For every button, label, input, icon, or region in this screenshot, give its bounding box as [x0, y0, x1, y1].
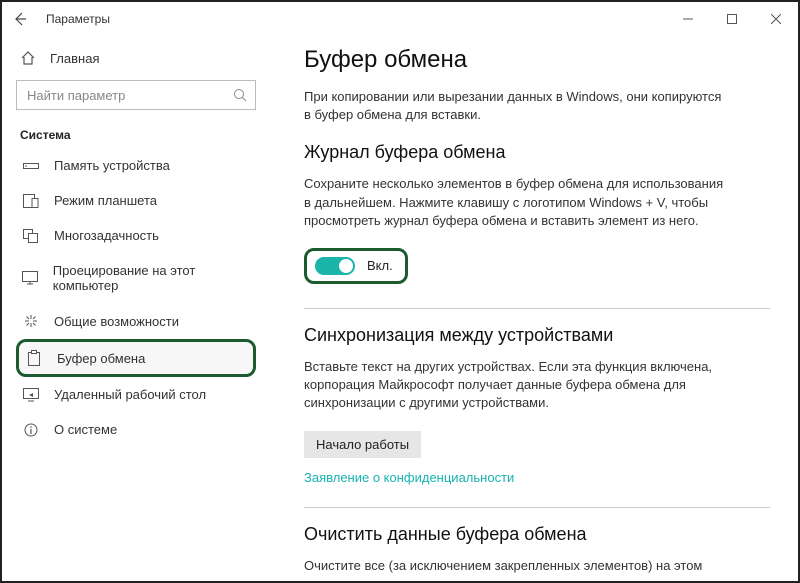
separator — [304, 507, 770, 508]
sidebar-section-title: Система — [20, 128, 256, 142]
arrow-left-icon — [12, 11, 28, 27]
sidebar-item-label: О системе — [54, 422, 117, 437]
back-button[interactable] — [12, 11, 28, 27]
multitasking-icon — [22, 229, 40, 243]
sidebar-item-label: Удаленный рабочий стол — [54, 387, 206, 402]
sidebar-item-multitasking[interactable]: Многозадачность — [16, 218, 256, 253]
history-toggle[interactable] — [315, 257, 355, 275]
sidebar: Главная Система Память устройства — [2, 36, 270, 581]
sidebar-item-label: Проецирование на этот компьютер — [53, 263, 250, 293]
sidebar-item-label: Режим планшета — [54, 193, 157, 208]
sidebar-item-storage[interactable]: Память устройства — [16, 148, 256, 183]
sync-start-button[interactable]: Начало работы — [304, 431, 421, 458]
separator — [304, 308, 770, 309]
sidebar-item-label: Общие возможности — [54, 314, 179, 329]
minimize-icon — [683, 14, 693, 24]
home-icon — [20, 50, 36, 66]
storage-icon — [22, 160, 40, 172]
settings-window: Параметры Главная — [0, 0, 800, 583]
clear-heading: Очистить данные буфера обмена — [304, 524, 770, 545]
window-body: Главная Система Память устройства — [2, 36, 798, 581]
main-content: Буфер обмена При копировании или вырезан… — [270, 36, 798, 581]
search-box[interactable] — [16, 80, 256, 110]
sync-heading: Синхронизация между устройствами — [304, 325, 770, 346]
projecting-icon — [22, 271, 39, 285]
maximize-icon — [727, 14, 737, 24]
home-label: Главная — [50, 51, 99, 66]
sidebar-item-tablet[interactable]: Режим планшета — [16, 183, 256, 218]
sidebar-item-remote-desktop[interactable]: Удаленный рабочий стол — [16, 377, 256, 412]
info-icon — [22, 423, 40, 437]
close-icon — [771, 14, 781, 24]
titlebar: Параметры — [2, 2, 798, 36]
close-button[interactable] — [754, 2, 798, 36]
sidebar-item-label: Память устройства — [54, 158, 170, 173]
privacy-link[interactable]: Заявление о конфиденциальности — [304, 470, 514, 485]
history-toggle-group: Вкл. — [304, 248, 408, 284]
sidebar-nav: Память устройства Режим планшета Многоза… — [16, 148, 256, 447]
remote-desktop-icon — [22, 388, 40, 402]
clear-desc: Очистите все (за исключением закрепленны… — [304, 557, 724, 575]
sync-desc: Вставьте текст на других устройствах. Ес… — [304, 358, 724, 413]
history-desc: Сохраните несколько элементов в буфер об… — [304, 175, 724, 230]
maximize-button[interactable] — [710, 2, 754, 36]
sidebar-item-projecting[interactable]: Проецирование на этот компьютер — [16, 253, 256, 303]
home-button[interactable]: Главная — [16, 42, 256, 74]
minimize-button[interactable] — [666, 2, 710, 36]
sidebar-item-label: Многозадачность — [54, 228, 159, 243]
window-controls — [666, 2, 798, 36]
search-icon — [233, 88, 247, 102]
sidebar-item-label: Буфер обмена — [57, 351, 145, 366]
search-input[interactable] — [25, 87, 233, 104]
tablet-icon — [22, 194, 40, 208]
sidebar-item-shared[interactable]: Общие возможности — [16, 303, 256, 339]
shared-icon — [22, 313, 40, 329]
clipboard-icon — [25, 350, 43, 366]
sidebar-item-clipboard[interactable]: Буфер обмена — [16, 339, 256, 377]
sidebar-item-about[interactable]: О системе — [16, 412, 256, 447]
intro-text: При копировании или вырезании данных в W… — [304, 88, 724, 124]
history-toggle-label: Вкл. — [367, 258, 393, 273]
window-title: Параметры — [46, 12, 110, 26]
page-title: Буфер обмена — [304, 46, 770, 74]
history-heading: Журнал буфера обмена — [304, 142, 770, 163]
